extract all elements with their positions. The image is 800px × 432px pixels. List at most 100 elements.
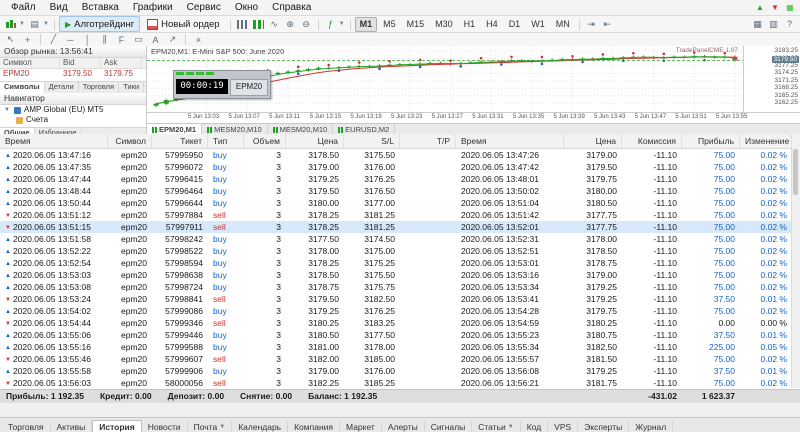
- line-chart-icon[interactable]: ∿: [267, 18, 282, 31]
- scrollbar-thumb[interactable]: [793, 149, 798, 195]
- timeframe-M5[interactable]: M5: [378, 17, 401, 32]
- toolbox-tab-Торговля[interactable]: Торговля: [2, 421, 51, 432]
- toolbox-tab-Активы[interactable]: Активы: [51, 421, 93, 432]
- timeframe-M30[interactable]: M30: [430, 17, 458, 32]
- toolbox-tab-История[interactable]: История: [92, 420, 141, 432]
- mw-tab-Детали[interactable]: Детали: [45, 82, 79, 93]
- text-icon[interactable]: A: [148, 33, 163, 46]
- history-column-6[interactable]: S/L: [344, 134, 400, 148]
- price-axis[interactable]: 3183.253180.253177.253174.253171.253168.…: [743, 46, 800, 112]
- mw-column-Символ[interactable]: Символ: [0, 58, 60, 68]
- table-row[interactable]: ▼2020.06.05 13:51:15epm2057997911sell331…: [0, 221, 800, 233]
- table-row[interactable]: ▲2020.06.05 13:55:16epm2057999588buy3318…: [0, 341, 800, 353]
- toolbox-tab-Новости[interactable]: Новости: [142, 421, 188, 432]
- history-column-7[interactable]: T/P: [400, 134, 456, 148]
- history-scrollbar[interactable]: [791, 148, 800, 388]
- menu-item-Файл[interactable]: Файл: [4, 1, 43, 14]
- table-row[interactable]: ▼2020.06.05 13:54:44epm2057999346sell331…: [0, 317, 800, 329]
- zoom-out-icon[interactable]: ⊖: [299, 18, 314, 31]
- toolbox-tab-VPS[interactable]: VPS: [548, 421, 578, 432]
- history-column-12[interactable]: Изменение: [740, 134, 792, 148]
- table-row[interactable]: ▼2020.06.05 13:55:46epm2057999607sell331…: [0, 353, 800, 365]
- menu-item-Вид[interactable]: Вид: [43, 1, 75, 14]
- trendline-icon[interactable]: ╱: [46, 33, 61, 46]
- candlestick-chart-icon[interactable]: [251, 18, 266, 31]
- table-row[interactable]: ▲2020.06.05 13:53:08epm2057998724buy3317…: [0, 281, 800, 293]
- cursor-icon[interactable]: ↖: [3, 33, 18, 46]
- table-row[interactable]: ▲2020.06.05 13:51:58epm2057998242buy3317…: [0, 233, 800, 245]
- grid-icon[interactable]: ▦: [784, 3, 796, 13]
- menu-item-Окно[interactable]: Окно: [228, 1, 265, 14]
- fibonacci-icon[interactable]: F: [114, 33, 129, 46]
- toolbox-tab-Код[interactable]: Код: [521, 421, 548, 432]
- arrow-object-icon[interactable]: ↗: [165, 33, 180, 46]
- bar-chart-icon[interactable]: [235, 18, 250, 31]
- chart-shift-icon[interactable]: ⇤: [600, 18, 615, 31]
- crosshair-icon[interactable]: +: [20, 33, 35, 46]
- table-row[interactable]: ▲2020.06.05 13:53:03epm2057998638buy3317…: [0, 269, 800, 281]
- toolbox-tab-Эксперты[interactable]: Эксперты: [578, 421, 629, 432]
- mw-tab-Тики[interactable]: Тики: [119, 82, 144, 93]
- algotrading-button[interactable]: ▶ Алготрейдинг: [59, 16, 140, 32]
- table-row[interactable]: ▼2020.06.05 13:53:24epm2057998841sell331…: [0, 293, 800, 305]
- mw-column-Ask[interactable]: Ask: [101, 58, 142, 68]
- timeframe-W1[interactable]: W1: [526, 17, 550, 32]
- chevron-down-icon[interactable]: ▼: [339, 21, 346, 27]
- table-row[interactable]: ▲2020.06.05 13:55:58epm2057999906buy3317…: [0, 365, 800, 377]
- indicators-icon[interactable]: ƒ: [323, 18, 338, 31]
- table-row[interactable]: ▼2020.06.05 13:51:12epm2057997884sell331…: [0, 209, 800, 221]
- timeframe-M1[interactable]: M1: [355, 17, 378, 32]
- mw-symbol-row[interactable]: EPM203179.503179.75: [0, 69, 146, 79]
- autoscroll-icon[interactable]: ⇥: [584, 18, 599, 31]
- zoom-in-icon[interactable]: ⊕: [283, 18, 298, 31]
- uptick-icon[interactable]: ▲: [754, 3, 766, 13]
- cascade-windows-icon[interactable]: ▥: [766, 18, 781, 31]
- menu-item-Графики[interactable]: Графики: [126, 1, 180, 14]
- table-row[interactable]: ▲2020.06.05 13:47:35epm2057996072buy3317…: [0, 161, 800, 173]
- menu-item-Вставка[interactable]: Вставка: [75, 1, 126, 14]
- table-row[interactable]: ▲2020.06.05 13:50:44epm2057996644buy3318…: [0, 197, 800, 209]
- delete-object-icon[interactable]: ×: [191, 33, 206, 46]
- history-column-0[interactable]: Время: [0, 134, 108, 148]
- table-row[interactable]: ▲2020.06.05 13:54:02epm2057999086buy3317…: [0, 305, 800, 317]
- timeframe-H1[interactable]: H1: [459, 17, 481, 32]
- horizontal-line-icon[interactable]: ─: [63, 33, 78, 46]
- timeframe-H4[interactable]: H4: [481, 17, 503, 32]
- table-row[interactable]: ▲2020.06.05 13:48:44epm2057996464buy3317…: [0, 185, 800, 197]
- navigator-root-item[interactable]: ▼ AMP Global (EU) MT5: [0, 105, 146, 115]
- help-icon[interactable]: ?: [782, 18, 797, 31]
- chevron-down-icon[interactable]: ▼: [43, 21, 50, 27]
- table-row[interactable]: ▲2020.06.05 13:55:06epm2057999446buy3318…: [0, 329, 800, 341]
- history-column-10[interactable]: Комиссия: [622, 134, 682, 148]
- mw-column-Bid[interactable]: Bid: [60, 58, 101, 68]
- history-header-row[interactable]: ВремяСимволТикетТипОбъемЦенаS/LT/PВремяЦ…: [0, 134, 800, 149]
- history-column-9[interactable]: Цена: [564, 134, 622, 148]
- toolbox-tab-Маркет[interactable]: Маркет: [340, 421, 382, 432]
- downtick-icon[interactable]: ▼: [769, 3, 781, 13]
- timeframe-D1[interactable]: D1: [504, 17, 526, 32]
- channel-icon[interactable]: ∥: [97, 33, 112, 46]
- trade-timer-panel[interactable]: 00:00:19 EPM20: [173, 70, 271, 99]
- toolbox-tab-Журнал[interactable]: Журнал: [629, 421, 673, 432]
- mw-tab-Торговля[interactable]: Торговля: [79, 82, 119, 93]
- timeframe-MN[interactable]: MN: [551, 17, 575, 32]
- table-row[interactable]: ▲2020.06.05 13:47:44epm2057996415buy3317…: [0, 173, 800, 185]
- timeframe-M15[interactable]: M15: [402, 17, 430, 32]
- toolbox-tab-Алерты[interactable]: Алерты: [382, 421, 425, 432]
- history-column-2[interactable]: Тикет: [152, 134, 208, 148]
- time-axis[interactable]: 5 Jun 13:035 Jun 13:075 Jun 13:115 Jun 1…: [147, 112, 800, 123]
- history-column-1[interactable]: Символ: [108, 134, 152, 148]
- tile-windows-icon[interactable]: ▦: [750, 18, 765, 31]
- history-column-4[interactable]: Объем: [244, 134, 286, 148]
- toolbox-tab-Календарь[interactable]: Календарь: [232, 421, 288, 432]
- toolbox-tab-Компания[interactable]: Компания: [288, 421, 340, 432]
- timer-symbol-button[interactable]: EPM20: [230, 79, 268, 96]
- new-order-button[interactable]: Новый ордер: [141, 16, 225, 32]
- chevron-down-icon[interactable]: ▼: [19, 21, 26, 27]
- mw-tab-Символы[interactable]: Символы: [0, 82, 45, 93]
- tree-expand-icon[interactable]: ▼: [4, 105, 11, 115]
- table-row[interactable]: ▲2020.06.05 13:47:16epm2057995950buy3317…: [0, 149, 800, 161]
- history-column-3[interactable]: Тип: [208, 134, 244, 148]
- vertical-line-icon[interactable]: │: [80, 33, 95, 46]
- table-row[interactable]: ▲2020.06.05 13:52:54epm2057998594buy3317…: [0, 257, 800, 269]
